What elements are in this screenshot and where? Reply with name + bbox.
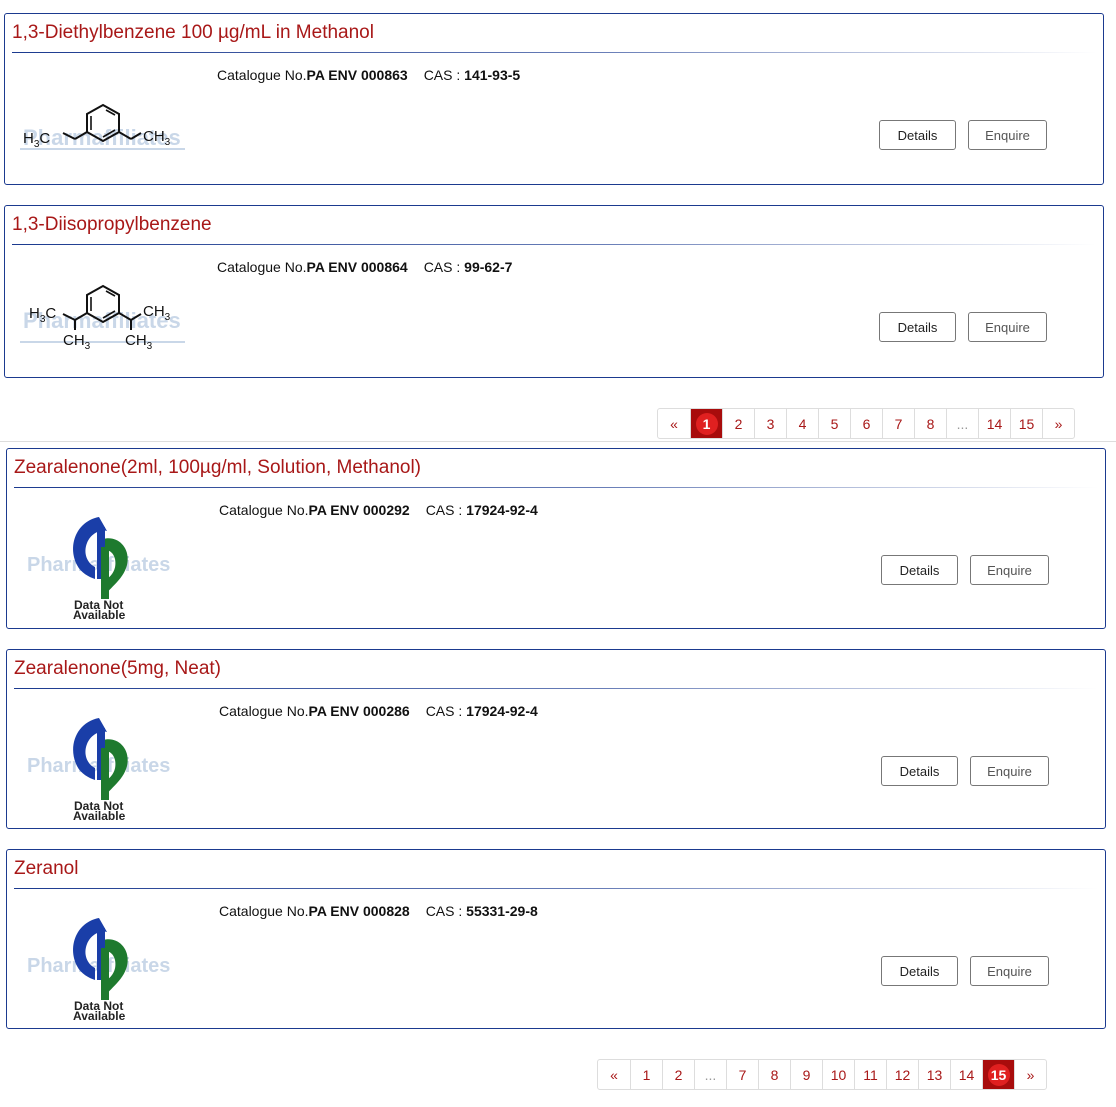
svg-text:CH3: CH3 (63, 332, 91, 352)
details-button[interactable]: Details (879, 120, 956, 150)
page-link[interactable]: 12 (886, 1060, 918, 1089)
catalogue-number: PA ENV 000864 (306, 259, 408, 275)
details-button[interactable]: Details (881, 555, 958, 585)
data-not-available-image: Pharmaffiliates Data Not Available (27, 718, 170, 822)
enquire-button[interactable]: Enquire (968, 120, 1047, 150)
product-meta: Catalogue No.PA ENV 000292 CAS : 17924-92… (219, 502, 538, 518)
title-divider (14, 487, 1098, 488)
title-divider (14, 888, 1098, 889)
active-page-number: 1 (702, 415, 711, 432)
page-link[interactable]: 2 (722, 409, 754, 438)
page-link[interactable]: 13 (918, 1060, 950, 1089)
page-ellipsis: ... (946, 409, 978, 438)
page-link[interactable]: 8 (758, 1060, 790, 1089)
page-link[interactable]: 14 (978, 409, 1010, 438)
pagination: « 1 2 3 4 5 6 7 8... 14 15» (657, 408, 1075, 439)
prev-page-link[interactable]: « (658, 409, 690, 438)
catalogue-label: Catalogue No. (219, 703, 309, 719)
title-divider (14, 688, 1098, 689)
product-card: Zearalenone(2ml, 100µg/ml, Solution, Met… (6, 448, 1106, 629)
cas-label: CAS : (423, 259, 461, 275)
page-link[interactable]: 1 (630, 1060, 662, 1089)
catalogue-label: Catalogue No. (219, 903, 309, 919)
next-page-link[interactable]: » (1014, 1060, 1046, 1089)
catalogue-label: Catalogue No. (217, 259, 307, 275)
enquire-button[interactable]: Enquire (968, 312, 1047, 342)
details-button[interactable]: Details (881, 956, 958, 986)
page-ellipsis: ... (694, 1060, 726, 1089)
page-link[interactable]: 2 (662, 1060, 694, 1089)
svg-text:CH3: CH3 (125, 332, 153, 352)
product-card: Zearalenone(5mg, Neat) Catalogue No.PA E… (6, 649, 1106, 829)
page-link[interactable]: 7 (882, 409, 914, 438)
product-meta: Catalogue No.PA ENV 000863 CAS : 141-93-5 (217, 67, 520, 83)
structure-image: Pharmaffiliates H3C CH3 (20, 103, 185, 150)
product-title[interactable]: 1,3-Diethylbenzene 100 µg/mL in Methanol (12, 22, 374, 44)
cas-number: 99-62-7 (464, 259, 513, 275)
enquire-button[interactable]: Enquire (970, 956, 1049, 986)
cas-label: CAS : (425, 703, 463, 719)
prev-page-link[interactable]: « (598, 1060, 630, 1089)
cas-label: CAS : (425, 502, 463, 518)
cas-number: 55331-29-8 (466, 903, 538, 919)
page-link[interactable]: 8 (914, 409, 946, 438)
product-meta: Catalogue No.PA ENV 000828 CAS : 55331-29… (219, 903, 538, 919)
page-link[interactable]: 10 (822, 1060, 854, 1089)
section-divider (0, 441, 1116, 442)
cas-label: CAS : (423, 67, 461, 83)
catalogue-number: PA ENV 000863 (306, 67, 408, 83)
product-title[interactable]: Zearalenone(5mg, Neat) (14, 658, 221, 680)
active-page-number: 15 (990, 1066, 1007, 1083)
product-card: 1,3-Diethylbenzene 100 µg/mL in Methanol… (4, 13, 1104, 185)
catalogue-label: Catalogue No. (217, 67, 307, 83)
page-link[interactable]: 15 (1010, 409, 1042, 438)
product-title[interactable]: Zearalenone(2ml, 100µg/ml, Solution, Met… (14, 457, 421, 479)
page-link[interactable]: 5 (818, 409, 850, 438)
details-button[interactable]: Details (881, 756, 958, 786)
catalogue-number: PA ENV 000828 (308, 903, 410, 919)
catalogue-label: Catalogue No. (219, 502, 309, 518)
product-meta: Catalogue No.PA ENV 000286 CAS : 17924-92… (219, 703, 538, 719)
details-button[interactable]: Details (879, 312, 956, 342)
no-data-line2: Available (73, 608, 126, 621)
product-title[interactable]: Zeranol (14, 858, 78, 880)
page-link[interactable]: 3 (754, 409, 786, 438)
next-page-link[interactable]: » (1042, 409, 1074, 438)
structure-image: Pharmaffiliates H3C CH3 CH3 CH3 (20, 284, 185, 352)
cas-number: 17924-92-4 (466, 703, 538, 719)
product-meta: Catalogue No.PA ENV 000864 CAS : 99-62-7 (217, 259, 512, 275)
page-link[interactable]: 14 (950, 1060, 982, 1089)
page-link[interactable]: 15 (982, 1060, 1014, 1089)
enquire-button[interactable]: Enquire (970, 756, 1049, 786)
title-divider (12, 244, 1096, 245)
page-link[interactable]: 11 (854, 1060, 886, 1089)
catalogue-number: PA ENV 000286 (308, 703, 410, 719)
page-link[interactable]: 9 (790, 1060, 822, 1089)
no-data-line2: Available (73, 1009, 126, 1022)
page-link[interactable]: 4 (786, 409, 818, 438)
cas-number: 141-93-5 (464, 67, 521, 83)
pagination: «1 2... 7 8 9 10 11 12 13 14 15» (597, 1059, 1047, 1090)
enquire-button[interactable]: Enquire (970, 555, 1049, 585)
page-link[interactable]: 1 (690, 409, 722, 438)
title-divider (12, 52, 1096, 53)
page-link[interactable]: 6 (850, 409, 882, 438)
product-title[interactable]: 1,3-Diisopropylbenzene (12, 214, 212, 236)
cas-label: CAS : (425, 903, 463, 919)
catalogue-number: PA ENV 000292 (308, 502, 410, 518)
no-data-line2: Available (73, 809, 126, 822)
cas-number: 17924-92-4 (466, 502, 538, 518)
data-not-available-image: Pharmaffiliates Data Not Available (27, 918, 170, 1022)
product-card: Zeranol Catalogue No.PA ENV 000828 CAS : … (6, 849, 1106, 1029)
page-link[interactable]: 7 (726, 1060, 758, 1089)
data-not-available-image: Pharmaffiliates Data Not Available (27, 517, 170, 621)
product-card: 1,3-Diisopropylbenzene Catalogue No.PA E… (4, 205, 1104, 378)
